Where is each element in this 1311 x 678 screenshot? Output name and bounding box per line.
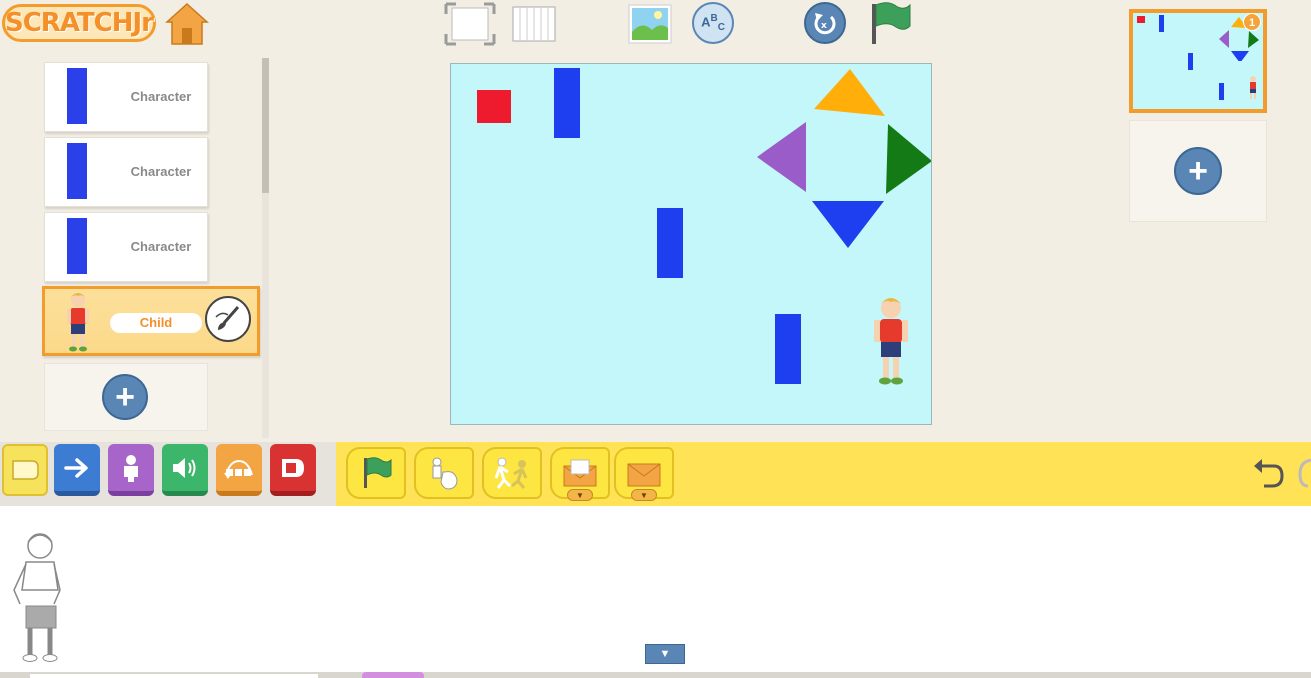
svg-text:x: x — [821, 21, 827, 31]
home-icon — [165, 2, 209, 45]
message-color-dropdown[interactable]: ▼ — [567, 489, 593, 501]
triangle-sprites[interactable] — [751, 64, 932, 254]
arrow-right-icon — [64, 457, 88, 478]
plus-icon: + — [1174, 147, 1222, 195]
fullscreen-button[interactable] — [444, 2, 496, 46]
grid-icon — [512, 6, 556, 42]
receive-message-envelope-icon — [627, 463, 661, 487]
scrollbar-thumb[interactable] — [262, 58, 269, 193]
blue-rectangle-sprite[interactable] — [657, 208, 683, 278]
character-thumbnail-child-selected[interactable]: Child — [42, 286, 260, 356]
add-character-button[interactable]: + — [44, 363, 208, 431]
block-start-on-green-flag[interactable] — [346, 447, 406, 499]
collapse-script-button[interactable]: ▼ — [645, 644, 685, 664]
blue-rectangle-sprite[interactable] — [554, 68, 580, 138]
character-name-label: Character — [130, 239, 192, 254]
plus-icon: + — [102, 374, 148, 420]
block-body — [414, 447, 474, 499]
character-list-scrollbar[interactable] — [262, 58, 269, 438]
child-character-sprite[interactable] — [869, 294, 913, 388]
person-icon — [124, 454, 138, 482]
character-list: Character Character Character Child + — [42, 58, 272, 438]
character-name-label: Character — [130, 89, 192, 104]
character-thumbnail-2[interactable]: Character — [44, 137, 208, 207]
add-text-button[interactable]: ABC — [692, 2, 734, 44]
page-thumb-red-square — [1137, 16, 1145, 23]
character-thumbnail-1[interactable]: Character — [44, 62, 208, 132]
looks-tab-indicator[interactable] — [362, 672, 424, 678]
category-sound[interactable] — [162, 444, 208, 496]
purple-triangle-sprite[interactable] — [757, 122, 806, 192]
text-icon: ABC — [692, 2, 734, 44]
green-triangle-sprite[interactable] — [886, 124, 932, 194]
orange-triangle-sprite[interactable] — [814, 69, 885, 116]
grid-button[interactable] — [512, 6, 556, 42]
page-thumbnail-1[interactable]: 1 — [1129, 9, 1267, 113]
background-icon — [628, 4, 672, 44]
control-icon — [224, 459, 253, 479]
category-looks[interactable] — [108, 444, 154, 496]
selected-character-outline — [13, 533, 61, 662]
scratchjr-logo: SCRATCHJr — [2, 4, 156, 42]
fullscreen-icon — [444, 2, 496, 46]
green-flag-icon — [364, 457, 392, 488]
send-message-envelope-icon — [563, 459, 597, 487]
block-start-on-tap[interactable] — [414, 447, 474, 499]
character-name-label: Character — [130, 164, 192, 179]
character-name-field[interactable]: Child — [110, 313, 202, 333]
message-color-dropdown[interactable]: ▼ — [631, 489, 657, 501]
blue-rectangle-sprite[interactable] — [775, 314, 801, 384]
green-flag-icon — [872, 2, 911, 44]
category-triggering[interactable] — [2, 444, 48, 496]
undo-button[interactable] — [1250, 454, 1286, 490]
page-number-badge: 1 — [1243, 13, 1261, 31]
speaker-icon — [173, 457, 196, 478]
trigger-category-icon — [12, 460, 39, 480]
character-thumbnail-image — [67, 218, 87, 274]
redo-icon — [1298, 458, 1311, 488]
stage[interactable] — [450, 63, 932, 425]
end-icon — [282, 458, 304, 477]
paint-editor-button[interactable] — [205, 296, 251, 342]
block-body — [346, 447, 406, 499]
category-end[interactable] — [270, 444, 316, 496]
character-thumbnail-image — [67, 143, 87, 199]
home-button[interactable] — [164, 2, 210, 46]
undo-icon — [1254, 459, 1284, 488]
category-motion[interactable] — [54, 444, 100, 496]
bottom-strip — [0, 672, 1311, 678]
block-start-on-bump[interactable] — [482, 447, 542, 499]
script-tab[interactable] — [30, 674, 318, 678]
redo-button[interactable] — [1296, 454, 1311, 490]
page-thumb-child — [1250, 76, 1256, 99]
page-thumb-blue-rect — [1219, 83, 1224, 100]
paintbrush-icon — [215, 306, 240, 330]
block-body — [482, 447, 542, 499]
child-character-icon — [67, 293, 89, 352]
green-flag-button[interactable] — [866, 0, 914, 46]
bump-icon — [494, 457, 528, 489]
block-send-message[interactable]: ▼ — [550, 447, 610, 501]
character-thumbnail-3[interactable]: Character — [44, 212, 208, 282]
add-page-button[interactable]: + — [1129, 120, 1267, 222]
reset-characters-button[interactable]: x — [804, 2, 846, 44]
blue-triangle-sprite[interactable] — [812, 201, 884, 248]
chevron-down-icon: ▼ — [659, 648, 671, 660]
category-control[interactable] — [216, 444, 262, 496]
tap-icon — [432, 457, 458, 490]
red-square-sprite[interactable] — [477, 90, 511, 123]
page-thumb-blue-rect — [1159, 15, 1164, 32]
character-thumbnail-image — [67, 68, 87, 124]
change-background-button[interactable] — [628, 4, 672, 44]
block-start-on-message[interactable]: ▼ — [614, 447, 674, 501]
reset-icon: x — [804, 2, 846, 44]
page-thumb-blue-rect — [1188, 53, 1193, 70]
